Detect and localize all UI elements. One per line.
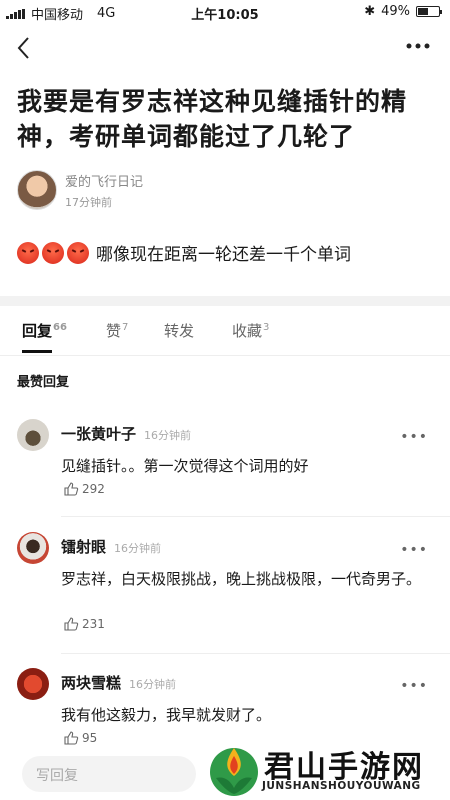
battery-percent: 49% [381, 4, 410, 19]
comment-time: 16分钟前 [129, 678, 177, 691]
like-button[interactable]: 95 [63, 730, 97, 746]
tab-label: 收藏 [232, 322, 263, 340]
angry-face-icon [67, 241, 89, 264]
tab-replies[interactable]: 回复66 [22, 320, 67, 353]
post-title: 我要是有罗志祥这种见缝插针的精神，考研单词都能过了几轮了 [17, 87, 408, 151]
thumbs-up-icon [64, 731, 79, 745]
section-divider [0, 296, 450, 306]
like-count: 95 [82, 731, 98, 745]
comment-time: 16分钟前 [144, 429, 192, 442]
tab-label: 转发 [164, 322, 195, 340]
more-options-icon[interactable]: ••• [400, 542, 428, 558]
like-count: 292 [82, 482, 105, 496]
more-options-icon[interactable]: ••• [400, 429, 428, 445]
battery-icon [416, 6, 442, 17]
site-watermark: 君山手游网 JUNSHANSHOUYOUWANG [198, 740, 448, 800]
tab-likes[interactable]: 赞7 [106, 320, 128, 341]
comment-text: 我有他这毅力，我早就发财了。 [61, 706, 272, 724]
comment-time: 16分钟前 [114, 542, 162, 555]
tab-count: 7 [122, 322, 129, 333]
tab-favorites[interactable]: 收藏3 [232, 320, 269, 341]
comment-author-name: 两块雪糕 [61, 674, 122, 692]
tab-label: 赞 [106, 322, 122, 340]
more-options-icon[interactable] [404, 36, 432, 56]
thumbs-up-icon [64, 617, 79, 631]
author-name[interactable]: 爱的飞行日记 [65, 171, 143, 190]
like-button[interactable]: 231 [63, 616, 105, 632]
comment-text: 见缝插针。。第一次觉得这个词用的好 [61, 457, 309, 475]
angry-face-icon [42, 241, 64, 264]
comment-author-name: 一张黄叶子 [61, 425, 137, 443]
back-arrow-icon[interactable] [14, 34, 38, 62]
avatar[interactable] [17, 419, 49, 451]
bluetooth-icon: ✱ [364, 4, 376, 19]
avatar[interactable] [17, 668, 49, 700]
like-count: 231 [82, 617, 105, 631]
battery-fill [418, 8, 428, 15]
section-title: 最赞回复 [17, 375, 70, 390]
comment-author-name: 镭射眼 [61, 538, 107, 556]
comment-author[interactable]: 镭射眼 16分钟前 [61, 536, 161, 557]
post-text: 哪像现在距离一轮还差一千个单词 [96, 245, 351, 265]
status-right: ✱ 49% [364, 4, 442, 19]
angry-face-icon [17, 241, 39, 264]
watermark-logo-icon [210, 748, 258, 796]
nav-bar [0, 28, 450, 68]
thumbs-up-icon [64, 482, 79, 496]
post-body: 哪像现在距离一轮还差一千个单词 [17, 240, 351, 265]
post-author[interactable]: 爱的飞行日记 17分钟前 [17, 170, 143, 210]
avatar[interactable] [17, 532, 49, 564]
tab-bar: 回复66 赞7 转发 收藏3 [0, 320, 450, 356]
comment-text: 罗志祥，白天极限挑战，晚上挑战极限，一代奇男子。 [61, 570, 422, 588]
more-options-icon[interactable]: ••• [400, 678, 428, 694]
tab-reposts[interactable]: 转发 [164, 320, 194, 341]
comment-author[interactable]: 两块雪糕 16分钟前 [61, 672, 176, 693]
tab-count: 3 [263, 322, 270, 333]
comment-author[interactable]: 一张黄叶子 16分钟前 [61, 423, 191, 444]
avatar[interactable] [17, 170, 57, 210]
comment-divider [61, 653, 450, 654]
like-button[interactable]: 292 [63, 481, 105, 497]
tab-label: 回复 [22, 322, 53, 340]
tab-count: 66 [53, 322, 67, 333]
watermark-subtitle: JUNSHANSHOUYOUWANG [262, 780, 421, 792]
reply-input[interactable]: 写回复 [22, 756, 196, 792]
comment-divider [61, 516, 450, 517]
status-bar: 中国移动 4G 上午10:05 ✱ 49% [0, 0, 450, 24]
post-time: 17分钟前 [65, 195, 112, 209]
